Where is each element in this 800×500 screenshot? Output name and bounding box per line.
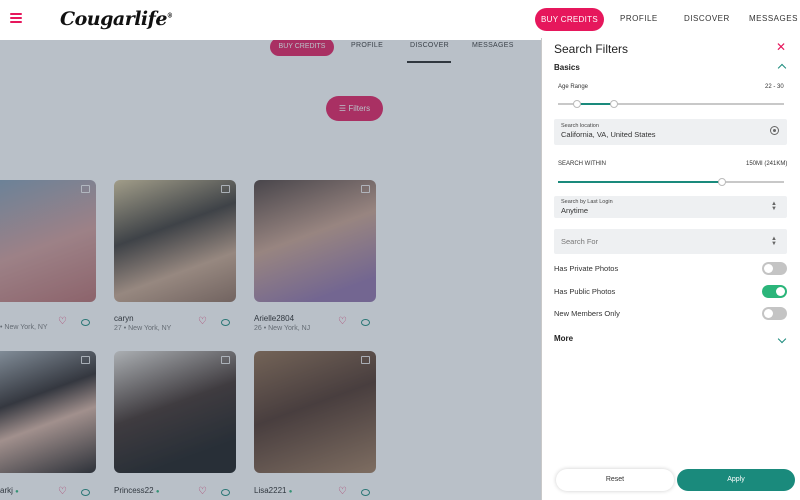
apply-button[interactable]: Apply: [677, 469, 795, 491]
basics-section-header[interactable]: Basics: [554, 63, 580, 72]
search-within-value: 150MI (241KM): [746, 161, 788, 167]
logo-text: Cougarlife: [60, 8, 167, 30]
buy-credits-button[interactable]: BUY CREDITS: [535, 8, 604, 31]
new-members-label: New Members Only: [554, 309, 620, 318]
private-photos-label: Has Private Photos: [554, 264, 619, 273]
last-login-value: Anytime: [561, 206, 589, 215]
toggle-knob: [764, 264, 773, 273]
new-members-toggle[interactable]: [762, 307, 787, 320]
hamburger-menu-icon[interactable]: [10, 13, 22, 23]
chevron-down-icon[interactable]: [777, 334, 787, 344]
top-header: Cougarlife® BUY CREDITS PROFILE DISCOVER…: [0, 0, 800, 40]
nav-profile[interactable]: PROFILE: [620, 14, 658, 23]
search-within-fill: [558, 181, 722, 183]
age-range-label: Age Range: [558, 84, 589, 90]
public-photos-label: Has Public Photos: [554, 287, 616, 296]
close-icon[interactable]: ✕: [776, 40, 786, 54]
locate-icon[interactable]: [770, 126, 779, 135]
search-within-label: SEARCH WITHIN: [558, 161, 606, 167]
search-within-handle[interactable]: [718, 178, 726, 186]
reset-button[interactable]: Reset: [556, 469, 674, 491]
age-range-fill: [578, 103, 614, 105]
search-location-value[interactable]: California, VA, United States: [561, 130, 656, 139]
public-photos-toggle[interactable]: [762, 285, 787, 298]
more-section-header[interactable]: More: [554, 334, 573, 343]
panel-title: Search Filters: [554, 42, 629, 56]
last-login-label: Search by Last Login: [561, 199, 613, 205]
toggle-knob: [776, 287, 785, 296]
nav-discover[interactable]: DISCOVER: [684, 14, 730, 23]
search-for-select[interactable]: Search For ▲ ▼: [554, 229, 787, 254]
last-login-select[interactable]: Search by Last Login Anytime ▲ ▼: [554, 196, 787, 218]
search-location-label: Search location: [561, 123, 599, 129]
select-arrows-icon: ▲ ▼: [771, 201, 777, 212]
discover-page: BUY CREDITS PROFILE DISCOVER MESSAGES ☰ …: [0, 40, 541, 500]
chevron-up-icon[interactable]: [777, 63, 787, 73]
age-range-value: 22 - 30: [765, 84, 784, 90]
search-filters-panel: Search Filters ✕ Basics Age Range 22 - 3…: [541, 38, 800, 500]
select-arrows-icon: ▲ ▼: [771, 236, 777, 247]
logo[interactable]: Cougarlife®: [60, 8, 173, 30]
logo-registered-mark: ®: [166, 12, 173, 20]
age-max-handle[interactable]: [610, 100, 618, 108]
search-for-placeholder: Search For: [561, 237, 599, 246]
search-location-field[interactable]: Search location California, VA, United S…: [554, 119, 787, 145]
private-photos-toggle[interactable]: [762, 262, 787, 275]
toggle-knob: [764, 309, 773, 318]
modal-backdrop[interactable]: [0, 40, 541, 500]
age-min-handle[interactable]: [573, 100, 581, 108]
nav-messages[interactable]: MESSAGES: [749, 14, 798, 23]
